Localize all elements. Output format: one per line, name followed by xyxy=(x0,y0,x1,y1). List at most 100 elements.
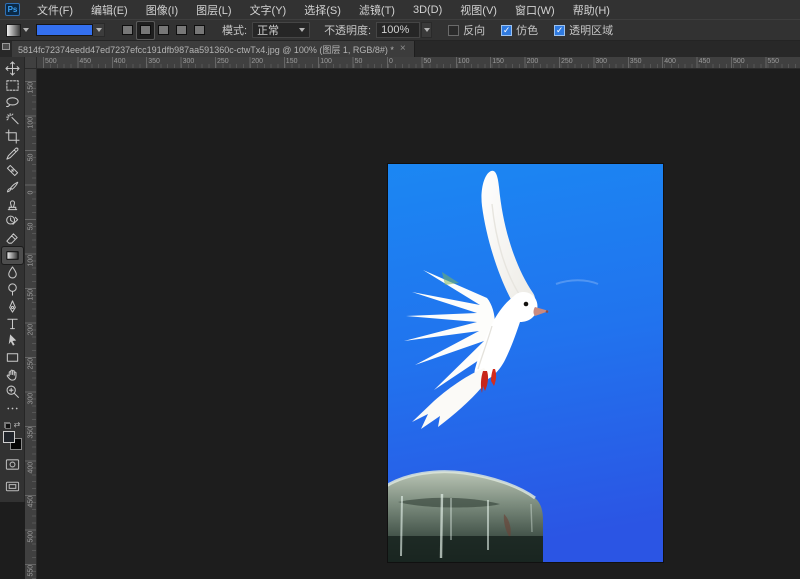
option-透明区域[interactable]: ✓透明区域 xyxy=(554,22,613,38)
swap-colors-icon[interactable]: ⇄ xyxy=(14,421,21,429)
reflected-gradient-icon xyxy=(176,25,187,35)
tool-preset-picker[interactable] xyxy=(6,22,32,38)
brush-tool[interactable] xyxy=(2,179,23,196)
hruler-label: 150 xyxy=(492,58,504,65)
vruler-label: 150 xyxy=(28,84,35,94)
type-tool[interactable] xyxy=(2,315,23,332)
quick-selection-tool[interactable] xyxy=(2,111,23,128)
color-widgets: ⇄ xyxy=(3,421,22,450)
dodge-tool[interactable] xyxy=(2,281,23,298)
menu-item[interactable]: 窗口(W) xyxy=(506,0,564,19)
eyedropper-tool-icon xyxy=(5,146,20,161)
gradient-picker-button[interactable] xyxy=(93,23,105,37)
vruler-label: 200 xyxy=(28,325,35,335)
crop-tool[interactable] xyxy=(2,128,23,145)
angle-gradient-icon xyxy=(158,25,169,35)
hruler-label: 550 xyxy=(767,58,779,65)
quick-selection-tool-icon xyxy=(5,112,20,127)
canvas[interactable] xyxy=(388,164,663,562)
photoshop-logo-icon: Ps xyxy=(5,3,20,16)
hruler-label: 50 xyxy=(423,58,431,65)
vruler-label: 550 xyxy=(28,567,35,577)
menu-item[interactable]: 图像(I) xyxy=(137,0,187,19)
opacity-dropdown-button[interactable] xyxy=(421,22,432,38)
ruler-origin-corner[interactable] xyxy=(25,57,37,69)
checkbox-icon[interactable]: ✓ xyxy=(554,25,565,36)
history-brush-tool[interactable] xyxy=(2,213,23,230)
menu-bar: Ps 文件(F)编辑(E)图像(I)图层(L)文字(Y)选择(S)滤镜(T)3D… xyxy=(0,0,800,19)
lasso-tool[interactable] xyxy=(2,94,23,111)
linear-gradient-button[interactable] xyxy=(119,22,136,39)
toolbar-ellipsis[interactable] xyxy=(2,400,23,417)
menu-item[interactable]: 图层(L) xyxy=(187,0,240,19)
eraser-tool[interactable] xyxy=(2,230,23,247)
eyedropper-tool[interactable] xyxy=(2,145,23,162)
opacity-value: 100% xyxy=(381,24,409,36)
horizontal-ruler[interactable]: 5004504003503002502001501005005010015020… xyxy=(37,57,800,69)
radial-gradient-icon xyxy=(140,25,151,35)
document-tab[interactable]: 5814fc72374eedd47ed7237efcc191dfb987aa59… xyxy=(12,41,415,57)
menu-item[interactable]: 编辑(E) xyxy=(82,0,137,19)
document-title: 5814fc72374eedd47ed7237efcc191dfb987aa59… xyxy=(18,43,394,56)
menu-item[interactable]: 滤镜(T) xyxy=(350,0,404,19)
spot-healing-tool[interactable] xyxy=(2,162,23,179)
clone-stamp-tool-icon xyxy=(5,197,20,212)
hruler-label: 300 xyxy=(183,58,195,65)
clone-stamp-tool[interactable] xyxy=(2,196,23,213)
blur-tool-icon xyxy=(5,265,20,280)
option-反向[interactable]: 反向 xyxy=(448,22,485,38)
checkbox-icon[interactable] xyxy=(448,25,459,36)
marquee-tool[interactable] xyxy=(2,77,23,94)
hruler-label: 150 xyxy=(286,58,298,65)
angle-gradient-button[interactable] xyxy=(155,22,172,39)
menu-item[interactable]: 3D(D) xyxy=(404,0,451,19)
hruler-label: 100 xyxy=(458,58,470,65)
diamond-gradient-button[interactable] xyxy=(191,22,208,39)
move-tool-icon xyxy=(5,61,20,76)
vruler-label: 300 xyxy=(28,394,35,404)
gradient-tool[interactable] xyxy=(2,247,23,264)
menu-item[interactable]: 文件(F) xyxy=(28,0,82,19)
zoom-tool-icon xyxy=(5,384,20,399)
spot-healing-tool-icon xyxy=(5,163,20,178)
hruler-label: 450 xyxy=(79,58,91,65)
menu-item[interactable]: 视图(V) xyxy=(451,0,506,19)
checkbox-label: 反向 xyxy=(463,22,485,38)
vruler-label: 100 xyxy=(28,118,35,128)
menu-item[interactable]: 文字(Y) xyxy=(241,0,296,19)
path-selection-tool[interactable] xyxy=(2,332,23,349)
vertical-ruler[interactable]: 1501005005010015020025030035040045050055… xyxy=(25,69,37,579)
move-tool[interactable] xyxy=(2,60,23,77)
chevron-down-icon xyxy=(96,28,102,32)
default-colors-icon[interactable] xyxy=(4,422,11,429)
crop-tool-icon xyxy=(5,129,20,144)
hruler-label: 450 xyxy=(699,58,711,65)
eraser-tool-icon xyxy=(5,231,20,246)
reflected-gradient-button[interactable] xyxy=(173,22,190,39)
shape-tool[interactable] xyxy=(2,349,23,366)
close-icon[interactable]: × xyxy=(400,44,406,54)
vruler-label: 450 xyxy=(28,498,35,508)
gradient-editor[interactable] xyxy=(36,23,105,37)
quick-mask-button[interactable] xyxy=(2,456,23,472)
option-仿色[interactable]: ✓仿色 xyxy=(501,22,538,38)
gradient-swatch[interactable] xyxy=(36,24,93,36)
blur-tool[interactable] xyxy=(2,264,23,281)
zoom-tool[interactable] xyxy=(2,383,23,400)
workspace: ⇄ 5004504003503002502 xyxy=(0,57,800,579)
hruler-label: 300 xyxy=(595,58,607,65)
path-selection-tool-icon xyxy=(5,333,20,348)
pen-tool-icon xyxy=(5,299,20,314)
pen-tool[interactable] xyxy=(2,298,23,315)
screen-mode-button[interactable] xyxy=(2,478,23,494)
foreground-color-swatch[interactable] xyxy=(3,431,15,443)
checkbox-icon[interactable]: ✓ xyxy=(501,25,512,36)
menu-item[interactable]: 选择(S) xyxy=(295,0,350,19)
menu-item[interactable]: 帮助(H) xyxy=(564,0,619,19)
blend-mode-select[interactable]: 正常 xyxy=(252,22,310,38)
opacity-label: 不透明度: xyxy=(324,22,371,38)
mode-label: 模式: xyxy=(222,22,247,38)
radial-gradient-button[interactable] xyxy=(137,22,154,39)
opacity-input[interactable]: 100% xyxy=(376,22,420,38)
hand-tool[interactable] xyxy=(2,366,23,383)
